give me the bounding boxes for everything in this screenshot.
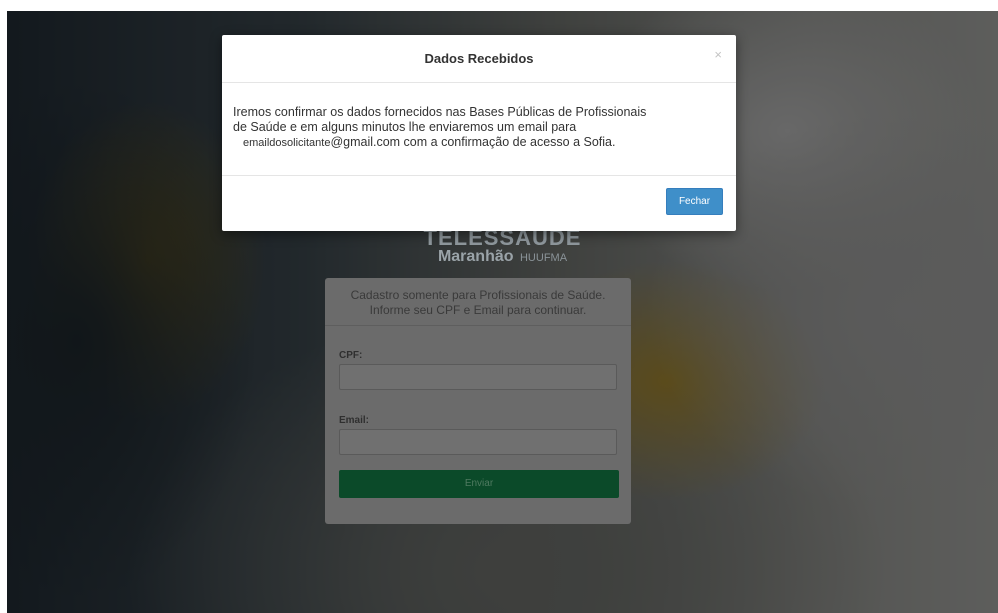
- message-line-3: emaildosolicitante@gmail.com com a confi…: [233, 135, 722, 151]
- modal-message: Iremos confirmar os dados fornecidos nas…: [233, 105, 722, 151]
- registration-form-card: Cadastro somente para Profissionais de S…: [325, 278, 631, 524]
- form-intro: Cadastro somente para Profissionais de S…: [325, 278, 631, 326]
- message-line-1: Iremos confirmar os dados fornecidos nas…: [233, 105, 647, 119]
- app-screen: TELESSAÚDE Maranhão HUUFMA Cadastro some…: [7, 11, 998, 613]
- email-input[interactable]: [339, 429, 617, 455]
- brand-logo-maranhao: Maranhão HUUFMA: [7, 248, 998, 266]
- submit-button[interactable]: Enviar: [339, 470, 619, 498]
- form-intro-line-1: Cadastro somente para Profissionais de S…: [350, 288, 606, 302]
- close-button[interactable]: Fechar: [666, 188, 723, 215]
- email-label: Email:: [339, 415, 370, 426]
- message-email: emaildosolicitante: [243, 137, 331, 149]
- modal-footer: Fechar: [222, 176, 736, 230]
- close-icon[interactable]: ×: [714, 48, 722, 61]
- message-line-2: de Saúde e em alguns minutos lhe enviare…: [233, 120, 577, 134]
- message-tail: @gmail.com com a confirmação de acesso a…: [330, 135, 616, 149]
- modal-body: Iremos confirmar os dados fornecidos nas…: [222, 83, 736, 176]
- brand-region: Maranhão: [437, 248, 514, 265]
- form-intro-line-2: Informe seu CPF e Email para continuar.: [369, 303, 587, 317]
- cpf-input[interactable]: [339, 364, 617, 390]
- confirmation-modal: Dados Recebidos × Iremos confirmar os da…: [222, 35, 736, 231]
- brand-institution: HUUFMA: [519, 252, 568, 264]
- modal-header: Dados Recebidos ×: [222, 35, 736, 83]
- modal-title: Dados Recebidos: [424, 51, 534, 66]
- cpf-label: CPF:: [339, 350, 363, 361]
